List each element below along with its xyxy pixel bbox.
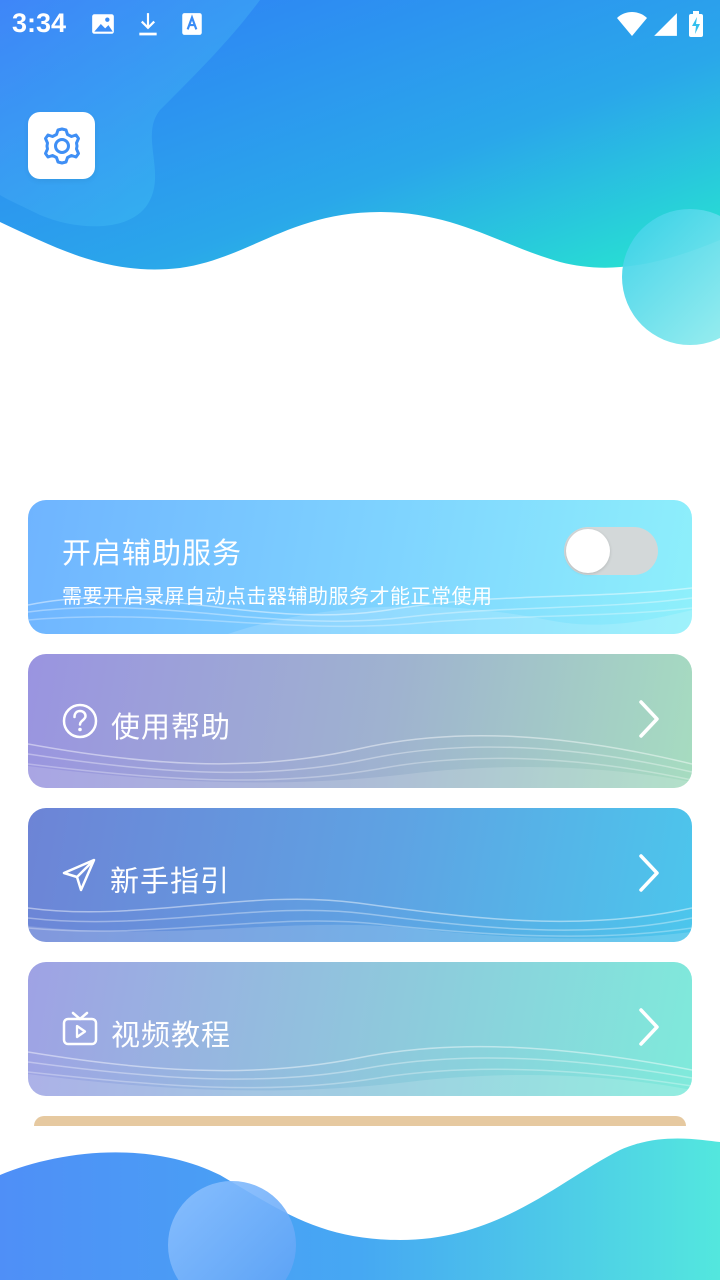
menu-item-help[interactable]: 使用帮助 [28,654,692,788]
tv-play-icon [61,1010,99,1048]
chevron-right-icon [638,853,660,893]
chevron-right-icon [638,1007,660,1047]
toggle-knob [566,529,610,573]
menu-item-guide[interactable]: 新手指引 [28,808,692,942]
battery-icon [688,11,704,37]
menu-label-video: 视频教程 [111,1018,232,1052]
status-bar: 3:34 [0,0,720,50]
gear-icon [40,124,84,168]
question-circle-icon [61,702,99,740]
translate-icon [179,11,205,37]
menu-label-help: 使用帮助 [111,710,232,744]
download-icon [135,11,161,37]
next-card-peek [34,1116,686,1126]
menu-item-video[interactable]: 视频教程 [28,962,692,1096]
menu-label-guide: 新手指引 [110,864,231,898]
card-subtitle: 需要开启录屏自动点击器辅助服务才能正常使用 [62,584,493,608]
accessibility-toggle[interactable] [564,527,658,575]
accessibility-service-card[interactable]: 开启辅助服务 需要开启录屏自动点击器辅助服务才能正常使用 [28,500,692,634]
chevron-right-icon [638,699,660,739]
card-title: 开启辅助服务 [62,536,243,570]
settings-button[interactable] [28,112,95,179]
image-icon [90,11,116,37]
status-time: 3:34 [12,8,67,38]
navigation-arrow-icon [60,856,98,894]
wifi-icon [616,11,648,37]
signal-icon [652,11,678,37]
